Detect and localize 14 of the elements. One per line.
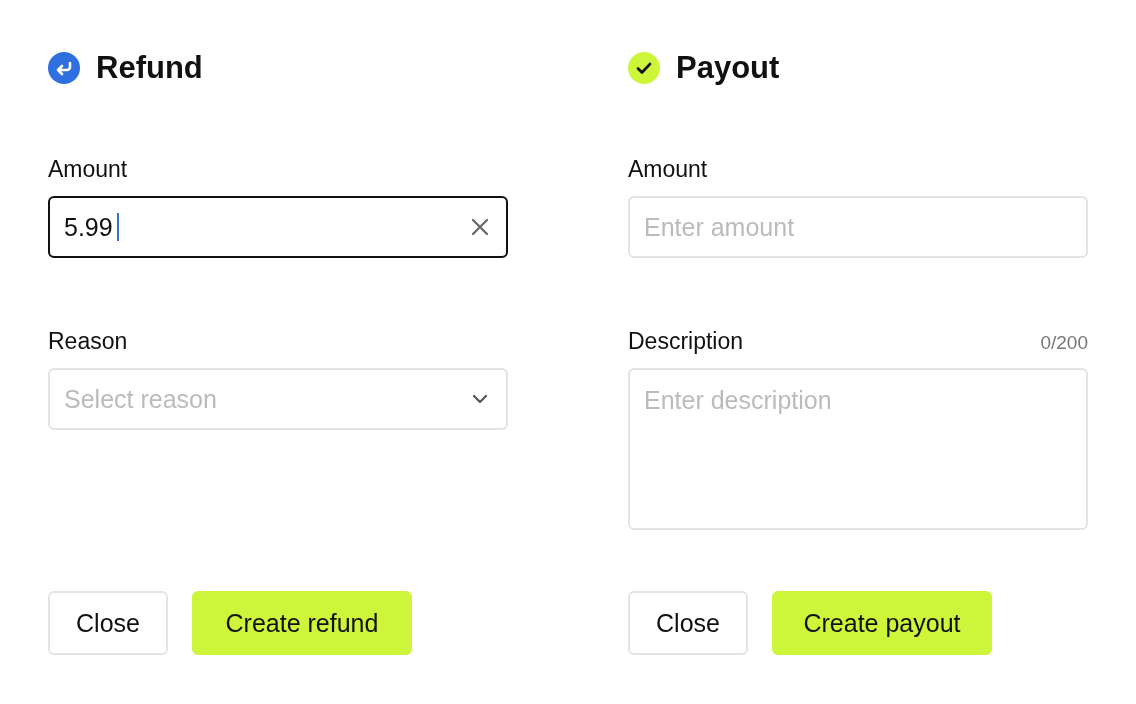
- field-label: Amount: [48, 156, 128, 183]
- field-label: Amount: [628, 156, 708, 183]
- field-label: Reason: [48, 328, 128, 355]
- character-counter: 0/200: [1040, 332, 1088, 354]
- close-button[interactable]: Close: [48, 591, 168, 655]
- panel-title: Refund: [96, 50, 203, 86]
- create-button[interactable]: Create refund: [192, 591, 412, 655]
- input-field[interactable]: 5.99: [48, 196, 508, 258]
- close-button[interactable]: Close: [628, 591, 748, 655]
- create-button[interactable]: Create payout: [772, 591, 992, 655]
- panel-title: Payout: [676, 50, 780, 86]
- checkmark-icon: [628, 52, 660, 84]
- field-label: Description: [628, 328, 744, 355]
- text-cursor: [116, 213, 119, 241]
